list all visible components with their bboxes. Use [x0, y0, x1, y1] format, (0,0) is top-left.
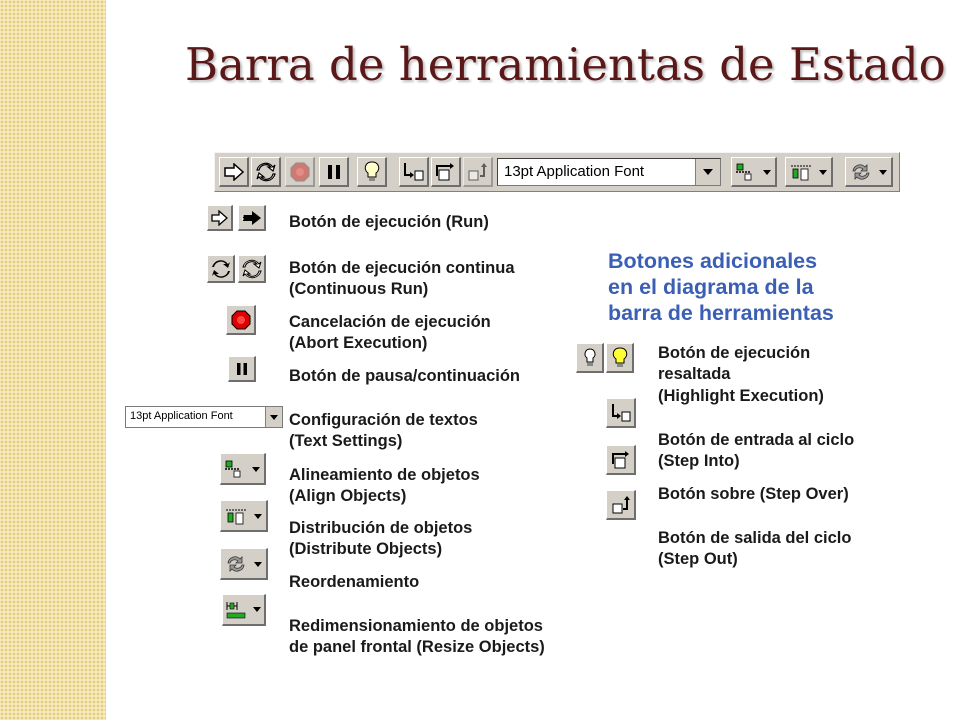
font-value: 13pt Application Font: [504, 163, 645, 180]
pause-icon: [228, 356, 256, 382]
distribute-objects-icon[interactable]: [785, 157, 833, 187]
step-out-label-2: (Step Out): [658, 550, 738, 568]
step-out-icon: [606, 490, 636, 520]
decorative-side-stripe: [0, 0, 106, 720]
resize-label-1: Redimensionamiento de objetos: [289, 617, 543, 635]
font-value: 13pt Application Font: [130, 410, 233, 422]
run-label: Botón de ejecución (Run): [289, 213, 489, 231]
align-objects-icon: [220, 453, 266, 485]
step-into-label-1: Botón de entrada al ciclo: [658, 431, 855, 449]
reorder-icon: [220, 548, 268, 580]
abort-label-2: (Abort Execution): [289, 334, 428, 352]
pause-icon[interactable]: [319, 157, 349, 187]
status-toolbar: 13pt Application Font: [214, 152, 900, 192]
continuous-run-label-2: (Continuous Run): [289, 280, 429, 298]
abort-icon[interactable]: [285, 157, 315, 187]
step-out-label-1: Botón de salida del ciclo: [658, 529, 852, 547]
page-title: Barra de herramientas de Estado: [185, 38, 946, 91]
reorder-label: Reordenamiento: [289, 573, 420, 591]
abort-icon: [226, 305, 256, 335]
continuous-run-label-1: Botón de ejecución continua: [289, 259, 515, 277]
continuous-run-icon[interactable]: [251, 157, 281, 187]
highlight-execution-icon[interactable]: [357, 157, 387, 187]
chevron-down-icon: [265, 407, 282, 427]
abort-label-1: Cancelación de ejecución: [289, 313, 491, 331]
text-settings-dropdown: 13pt Application Font: [125, 406, 283, 428]
continuous-run-active-icon: [207, 255, 235, 283]
text-settings-label-2: (Text Settings): [289, 432, 403, 450]
highlight-label-3: (Highlight Execution): [658, 387, 824, 405]
distribute-objects-icon: [220, 500, 268, 532]
highlight-label-1: Botón de ejecución: [658, 344, 811, 362]
chevron-down-icon: [695, 159, 720, 185]
run-icon: [207, 205, 233, 231]
run-icon[interactable]: [219, 157, 249, 187]
resize-label-2: de panel frontal (Resize Objects): [289, 638, 545, 656]
distribute-label-2: (Distribute Objects): [289, 540, 443, 558]
step-into-icon[interactable]: [399, 157, 429, 187]
align-label-1: Alineamiento de objetos: [289, 466, 480, 484]
pause-label: Botón de pausa/continuación: [289, 367, 521, 385]
highlight-execution-icon: [576, 343, 604, 373]
reorder-icon[interactable]: [845, 157, 893, 187]
step-into-label-2: (Step Into): [658, 452, 740, 470]
highlight-execution-active-icon: [606, 343, 634, 373]
highlight-label-2: resaltada: [658, 365, 731, 383]
step-into-icon: [606, 398, 636, 428]
additional-buttons-heading: Botones adicionales en el diagrama de la…: [608, 249, 834, 325]
align-objects-icon[interactable]: [731, 157, 777, 187]
step-over-icon: [606, 445, 636, 475]
continuous-run-icon: [238, 255, 266, 283]
step-out-icon[interactable]: [463, 157, 493, 187]
run-active-icon: [238, 205, 266, 231]
distribute-label-1: Distribución de objetos: [289, 519, 473, 537]
text-settings-label-1: Configuración de textos: [289, 411, 478, 429]
step-over-label: Botón sobre (Step Over): [658, 485, 849, 503]
align-label-2: (Align Objects): [289, 487, 407, 505]
step-over-icon[interactable]: [431, 157, 461, 187]
resize-objects-icon: [222, 594, 266, 626]
text-settings-dropdown[interactable]: 13pt Application Font: [497, 158, 721, 186]
